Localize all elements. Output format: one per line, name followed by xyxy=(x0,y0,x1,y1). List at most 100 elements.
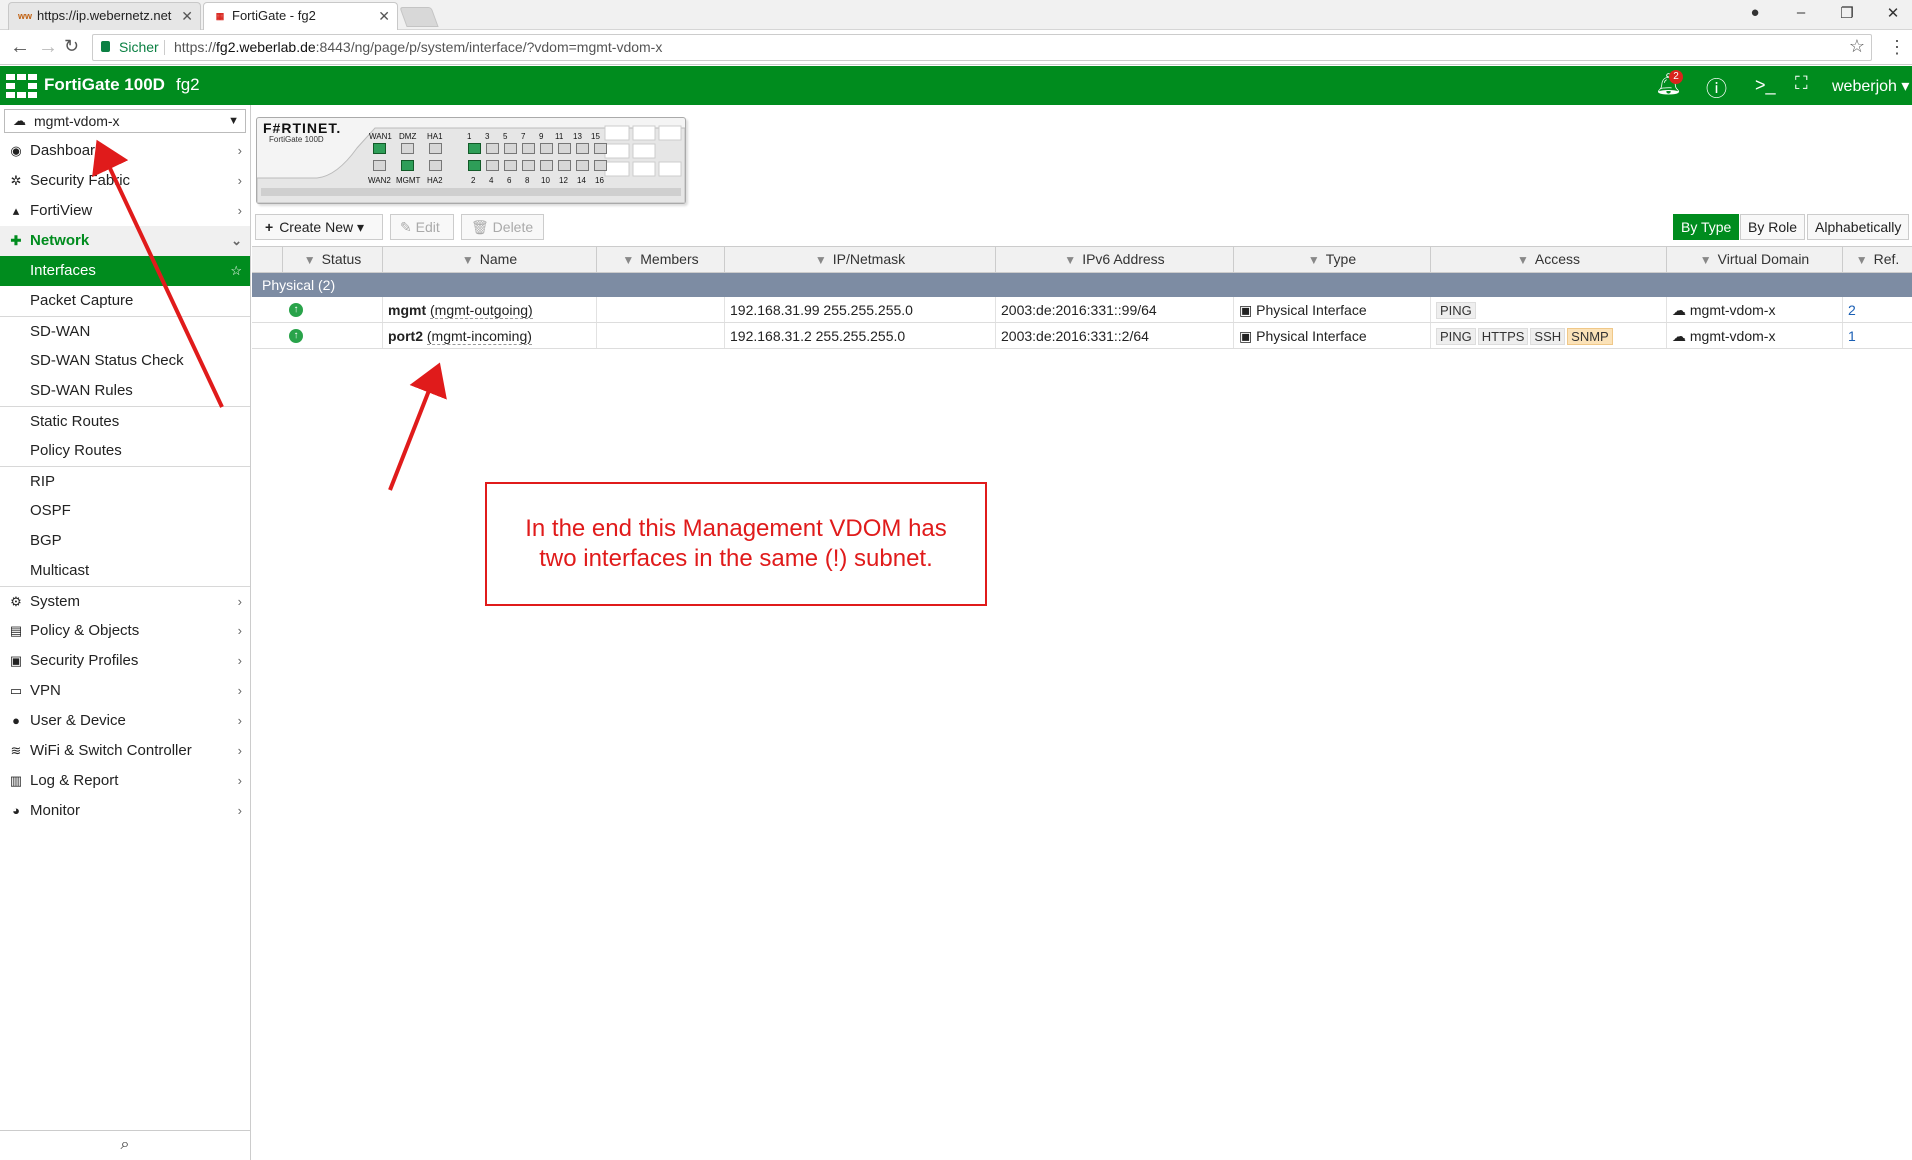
lock-icon: ▣ xyxy=(9,653,23,668)
port-12[interactable] xyxy=(558,160,571,171)
sidebar-item-user-device[interactable]: ● User & Device › xyxy=(0,706,250,736)
sidebar-item-ospf[interactable]: OSPF xyxy=(0,496,250,526)
sidebar-item-log-report[interactable]: ▥ Log & Report › xyxy=(0,766,250,796)
sidebar-item-vpn[interactable]: ▭ VPN › xyxy=(0,676,250,706)
sidebar-item-static-routes[interactable]: Static Routes xyxy=(0,406,250,436)
minimize-icon[interactable]: – xyxy=(1786,4,1816,21)
sidebar-item-security-profiles[interactable]: ▣ Security Profiles › xyxy=(0,646,250,676)
port-ha1[interactable] xyxy=(429,143,442,154)
filter-icon: ▼ xyxy=(1516,253,1529,267)
filter-icon: ▼ xyxy=(1855,253,1868,267)
column-header-status[interactable]: ▼ Status xyxy=(282,247,382,272)
port-4[interactable] xyxy=(486,160,499,171)
column-header-access[interactable]: ▼ Access xyxy=(1430,247,1666,272)
cell-ref-link[interactable]: 2 xyxy=(1842,297,1912,322)
new-tab-button[interactable] xyxy=(399,7,439,27)
sidebar-item-security-fabric[interactable]: ✲ Security Fabric › xyxy=(0,166,250,196)
profile-icon[interactable]: ● xyxy=(1740,4,1770,21)
port-15[interactable] xyxy=(594,143,607,154)
column-header-ref[interactable]: ▼ Ref. xyxy=(1842,247,1912,272)
port-6[interactable] xyxy=(504,160,517,171)
column-header-type[interactable]: ▼ Type xyxy=(1233,247,1430,272)
port-wan1[interactable] xyxy=(373,143,386,154)
sidebar-item-bgp[interactable]: BGP xyxy=(0,526,250,556)
help-icon[interactable]: ⓘ xyxy=(1706,73,1727,103)
column-header-members[interactable]: ▼ Members xyxy=(596,247,724,272)
port-9[interactable] xyxy=(540,143,553,154)
port-5[interactable] xyxy=(504,143,517,154)
view-alphabetically-button[interactable]: Alphabetically xyxy=(1807,214,1910,240)
sidebar-item-dashboard[interactable]: ◉ Dashboard › xyxy=(0,136,250,166)
sidebar-search-button[interactable]: ⌕ xyxy=(0,1130,250,1160)
port-mgmt[interactable] xyxy=(401,160,414,171)
port-1[interactable] xyxy=(468,143,481,154)
bookmark-star-icon[interactable]: ☆ xyxy=(1849,34,1865,59)
sidebar-item-network[interactable]: ✚ Network ⌄ xyxy=(0,226,250,256)
port-2[interactable] xyxy=(468,160,481,171)
sidebar-item-wifi-switch[interactable]: ≋ WiFi & Switch Controller › xyxy=(0,736,250,766)
port-ha2[interactable] xyxy=(429,160,442,171)
delete-button[interactable]: 🗑︎ Delete xyxy=(461,214,544,240)
port-3[interactable] xyxy=(486,143,499,154)
cell-name: mgmt (mgmt-outgoing) xyxy=(382,297,596,322)
sidebar-item-sd-wan-rules[interactable]: SD-WAN Rules xyxy=(0,376,250,406)
sidebar-item-interfaces[interactable]: Interfaces ☆ xyxy=(0,256,250,286)
table-row[interactable]: ↑ port2 (mgmt-incoming) 192.168.31.2 255… xyxy=(252,323,1912,349)
column-header-virtual-domain[interactable]: ▼ Virtual Domain xyxy=(1666,247,1842,272)
restore-icon[interactable]: ❐ xyxy=(1832,4,1862,22)
fullscreen-icon[interactable]: ⛶ xyxy=(1795,73,1808,94)
sidebar-item-packet-capture[interactable]: Packet Capture xyxy=(0,286,250,316)
port-11[interactable] xyxy=(558,143,571,154)
back-icon[interactable]: ← xyxy=(10,36,30,59)
reload-icon[interactable]: ↻ xyxy=(64,36,79,57)
favorite-star-icon[interactable]: ☆ xyxy=(230,256,242,286)
address-bar: ← → ↻ Sicher https://fg2.weberlab.de:844… xyxy=(0,31,1912,65)
port-16[interactable] xyxy=(594,160,607,171)
close-icon[interactable]: ✕ xyxy=(378,3,390,29)
close-icon[interactable]: ✕ xyxy=(181,3,193,29)
browser-tab-webernetz[interactable]: ww https://ip.webernetz.net ✕ xyxy=(8,2,201,30)
port-7[interactable] xyxy=(522,143,535,154)
url-field[interactable]: Sicher https://fg2.weberlab.de:8443/ng/p… xyxy=(92,34,1872,61)
table-row[interactable]: ↑ mgmt (mgmt-outgoing) 192.168.31.99 255… xyxy=(252,297,1912,323)
port-dmz[interactable] xyxy=(401,143,414,154)
edit-button[interactable]: ✎ Edit xyxy=(390,214,454,240)
column-header-name[interactable]: ▼ Name xyxy=(382,247,596,272)
sidebar-item-rip[interactable]: RIP xyxy=(0,466,250,496)
port-13[interactable] xyxy=(576,143,589,154)
browser-tab-fortigate[interactable]: ▦ FortiGate - fg2 ✕ xyxy=(203,2,398,30)
port-label: WAN1 xyxy=(369,132,392,141)
browser-menu-icon[interactable]: ⋮ xyxy=(1888,37,1906,58)
column-header-ipv6[interactable]: ▼ IPv6 Address xyxy=(995,247,1233,272)
sidebar-item-sd-wan-status-check[interactable]: SD-WAN Status Check xyxy=(0,346,250,376)
port-wan2[interactable] xyxy=(373,160,386,171)
port-10[interactable] xyxy=(540,160,553,171)
chevron-right-icon: › xyxy=(237,653,242,668)
sidebar-item-policy-objects[interactable]: ▤ Policy & Objects › xyxy=(0,616,250,646)
sidebar-item-fortiview[interactable]: ▴ FortiView › xyxy=(0,196,250,226)
sidebar-item-multicast[interactable]: Multicast xyxy=(0,556,250,586)
user-menu[interactable]: weberjoh ▾ xyxy=(1832,76,1909,96)
sidebar-item-system[interactable]: ⚙ System › xyxy=(0,586,250,616)
column-header-ip-netmask[interactable]: ▼ IP/Netmask xyxy=(724,247,995,272)
group-row-physical[interactable]: Physical (2) xyxy=(252,273,1912,297)
forward-icon[interactable]: → xyxy=(38,36,58,59)
sidebar-item-policy-routes[interactable]: Policy Routes xyxy=(0,436,250,466)
port-8[interactable] xyxy=(522,160,535,171)
vdom-select[interactable]: ☁ mgmt-vdom-x ▼ xyxy=(4,109,246,133)
chevron-right-icon: › xyxy=(237,683,242,698)
fortinet-logo-icon[interactable] xyxy=(6,74,38,98)
sidebar-item-monitor[interactable]: ◕ Monitor › xyxy=(0,796,250,826)
tab-favicon-icon: ww xyxy=(18,11,33,21)
view-by-type-button[interactable]: By Type xyxy=(1673,214,1740,240)
close-window-icon[interactable]: ✕ xyxy=(1878,4,1908,22)
sidebar-item-sd-wan[interactable]: SD-WAN xyxy=(0,316,250,346)
vdom-cloud-icon: ☁ xyxy=(1672,302,1686,318)
create-new-button[interactable]: + Create New ▾ xyxy=(255,214,383,240)
cell-ip-netmask: 192.168.31.2 255.255.255.0 xyxy=(724,323,995,348)
cell-ref-link[interactable]: 1 xyxy=(1842,323,1912,348)
port-14[interactable] xyxy=(576,160,589,171)
network-icon: ✚ xyxy=(10,233,22,248)
view-by-role-button[interactable]: By Role xyxy=(1740,214,1806,240)
cli-console-icon[interactable]: >_ xyxy=(1755,75,1776,96)
